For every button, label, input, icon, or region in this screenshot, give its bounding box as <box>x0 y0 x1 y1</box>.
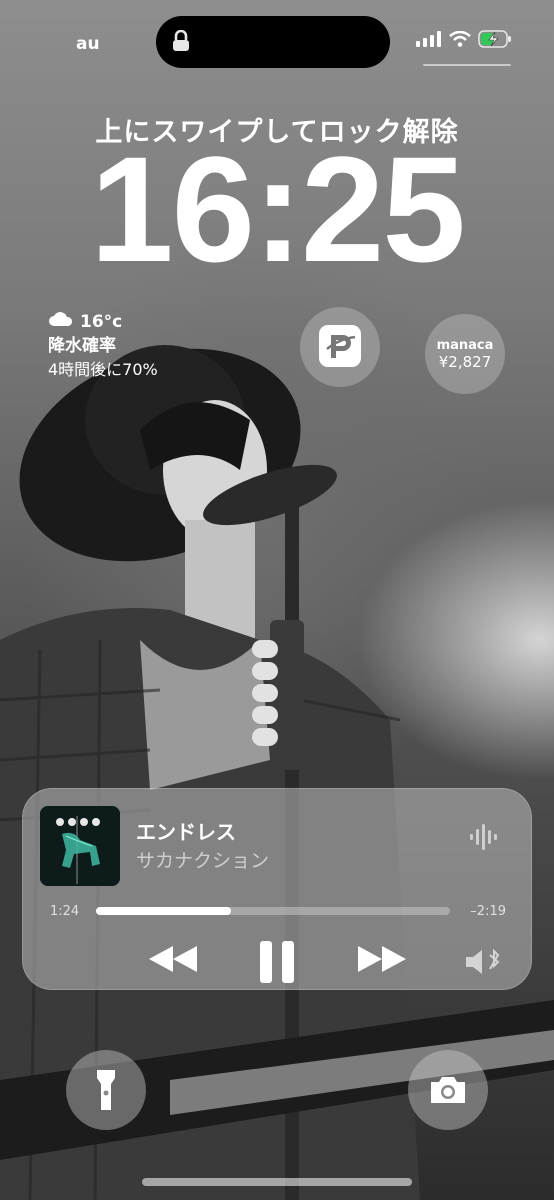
cloud-icon <box>48 310 74 334</box>
track-title: エンドレス <box>136 820 236 844</box>
manaca-balance: ¥2,827 <box>438 352 492 371</box>
weather-widget[interactable]: 16°c 降水確率 4時間後に70% <box>48 310 158 382</box>
camera-icon <box>429 1076 467 1108</box>
weather-temperature: 16°c <box>80 312 123 332</box>
speaker-bluetooth-icon[interactable] <box>464 948 504 980</box>
manaca-widget[interactable]: manaca ¥2,827 <box>425 314 505 394</box>
carrier-label: au <box>76 34 100 54</box>
flashlight-button[interactable] <box>66 1050 146 1130</box>
track-artist: サカナクション <box>136 850 270 872</box>
wifi-icon <box>449 30 471 51</box>
remaining-time: –2:19 <box>470 904 506 919</box>
camera-button[interactable] <box>408 1050 488 1130</box>
cellular-signal-icon <box>416 31 442 51</box>
pause-icon[interactable] <box>258 940 296 988</box>
waveform-icon[interactable] <box>470 824 498 854</box>
precipitation-label: 降水確率 <box>48 336 116 356</box>
flashlight-icon <box>96 1068 116 1116</box>
status-icons <box>416 30 512 52</box>
manaca-name: manaca <box>436 337 494 353</box>
lock-clock[interactable]: 16:25 <box>0 134 554 284</box>
home-indicator[interactable] <box>142 1178 412 1186</box>
playback-progress-fill <box>96 907 231 915</box>
elapsed-time: 1:24 <box>50 904 80 919</box>
precipitation-forecast: 4時間後に70% <box>48 360 158 379</box>
paypay-widget[interactable] <box>300 307 380 387</box>
playback-scrubber[interactable] <box>96 907 450 915</box>
paypay-logo-icon <box>319 325 361 367</box>
album-artwork[interactable] <box>40 806 120 886</box>
lock-icon <box>172 29 190 56</box>
fast-forward-icon[interactable] <box>356 944 408 978</box>
now-playing-widget[interactable]: エンドレス サカナクション 1:24 –2:19 <box>22 788 532 990</box>
battery-charging-icon <box>478 30 512 52</box>
control-center-indicator[interactable] <box>423 64 511 66</box>
rewind-icon[interactable] <box>147 944 199 978</box>
dynamic-island[interactable] <box>156 16 390 68</box>
